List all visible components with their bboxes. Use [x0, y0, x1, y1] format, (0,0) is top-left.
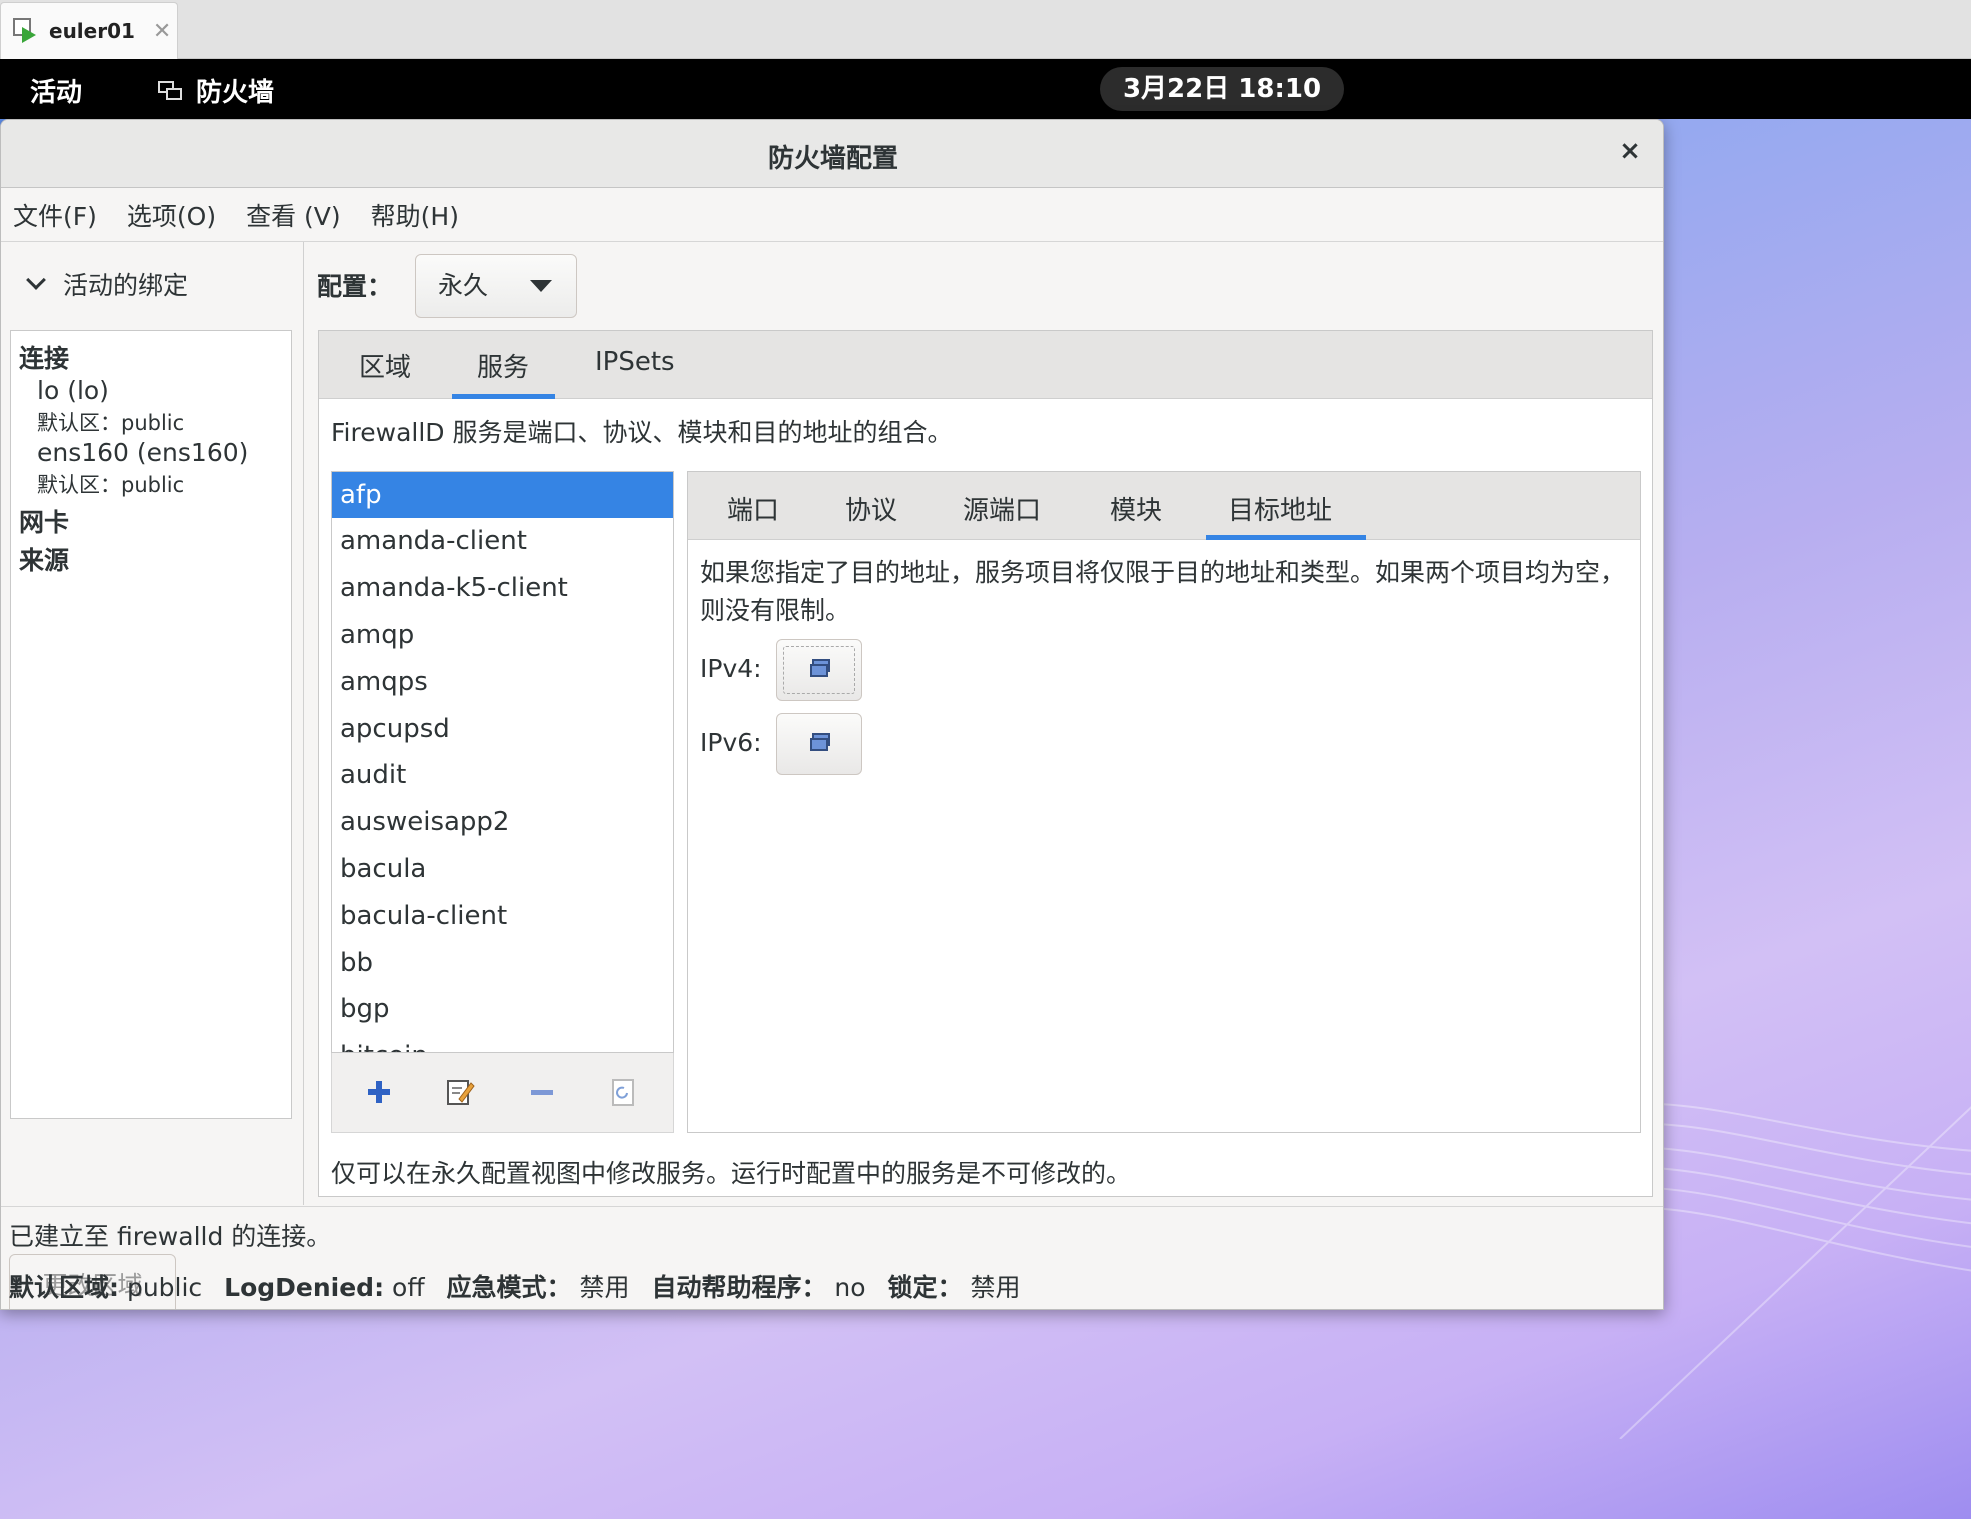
main-tabs: 区域 服务 IPSets [319, 331, 1652, 399]
active-bindings-title: 活动的绑定 [63, 271, 189, 300]
tab-services-indicator [452, 394, 555, 399]
configuration-dropdown[interactable]: 永久 [415, 254, 577, 318]
menu-view[interactable]: 查看 (V) [246, 197, 341, 233]
connection-ens160[interactable]: ens160 (ens160) [37, 438, 248, 467]
bindings-list: 连接 lo (lo) 默认区：public ens160 (ens160) 默认… [10, 330, 292, 1119]
group-nics[interactable]: 网卡 [19, 503, 69, 539]
app-menu-label: 防火墙 [196, 78, 275, 108]
tab-services[interactable]: 服务 [477, 347, 529, 384]
list-item[interactable]: amanda-client [332, 518, 673, 564]
list-item[interactable]: apcupsd [332, 706, 673, 752]
default-zone-label: 默认区域: [9, 1273, 119, 1302]
list-item[interactable]: ausweisapp2 [332, 799, 673, 845]
chevron-down-icon [26, 270, 46, 290]
ipv4-label: IPv4: [700, 654, 762, 683]
window-title: 防火墙配置 [767, 144, 898, 174]
network-icon [810, 659, 834, 679]
menubar: 文件(F) 选项(O) 查看 (V) 帮助(H) [1, 188, 1663, 242]
list-item[interactable]: amqps [332, 659, 673, 705]
service-detail-tabs: 端口 协议 源端口 模块 目标地址 [688, 472, 1640, 540]
ipv4-edit-button[interactable] [776, 639, 862, 701]
tab-ipsets[interactable]: IPSets [595, 347, 675, 377]
menu-file[interactable]: 文件(F) [13, 197, 97, 233]
connection-lo[interactable]: lo (lo) [37, 376, 109, 405]
status-separator [1, 1206, 1663, 1207]
vm-tab-title: euler01 [49, 19, 135, 43]
automatic-helpers-label: 自动帮助程序： [651, 1273, 827, 1302]
ipv6-label: IPv6: [700, 728, 762, 757]
panic-mode-value: 禁用 [579, 1273, 630, 1302]
list-item[interactable]: bacula [332, 846, 673, 892]
tab-ports[interactable]: 端口 [727, 490, 779, 527]
main-notebook: 区域 服务 IPSets FirewallD 服务是端口、协议、模块和目的地址的… [318, 330, 1653, 1197]
lockdown-label: 锁定： [887, 1273, 963, 1302]
vm-tab-euler01[interactable]: euler01 ✕ [0, 2, 178, 59]
list-item[interactable]: afp [332, 472, 673, 518]
list-item[interactable]: amqp [332, 612, 673, 658]
vm-tab-close-icon[interactable]: ✕ [153, 19, 171, 44]
active-bindings-pane: 活动的绑定 连接 lo (lo) 默认区：public ens160 (ens1… [1, 242, 304, 1309]
services-description: FirewallD 服务是端口、协议、模块和目的地址的组合。 [331, 418, 953, 447]
app-menu[interactable]: 防火墙 [156, 72, 274, 109]
network-icon [810, 733, 834, 753]
group-sources[interactable]: 来源 [19, 541, 69, 577]
firewall-config-window: 防火墙配置 × 文件(F) 选项(O) 查看 (V) 帮助(H) 活动的绑定 连… [0, 119, 1664, 1310]
window-titlebar: 防火墙配置 × [1, 120, 1663, 188]
tab-protocols[interactable]: 协议 [845, 490, 897, 527]
destination-description: 如果您指定了目的地址，服务项目将仅限于目的地址和类型。如果两个项目均为空，则没有… [700, 558, 1626, 625]
services-toolbar [331, 1053, 674, 1133]
vm-play-icon [13, 18, 39, 44]
list-item[interactable]: amanda-k5-client [332, 565, 673, 611]
list-item[interactable]: bb [332, 940, 673, 986]
tab-destinations-indicator [1206, 535, 1366, 540]
tab-source-ports[interactable]: 源端口 [963, 490, 1041, 527]
configuration-value: 永久 [438, 271, 489, 300]
status-bar: 默认区域: public LogDenied: off 应急模式： 禁用 自动帮… [9, 1268, 1021, 1304]
panic-mode-label: 应急模式： [446, 1273, 572, 1302]
gnome-top-bar: 活动 防火墙 3月22日 18:10 [0, 59, 1971, 119]
menu-help[interactable]: 帮助(H) [371, 197, 459, 233]
list-item[interactable]: bitcoin [332, 1033, 673, 1052]
automatic-helpers-value: no [834, 1273, 866, 1302]
tab-destinations[interactable]: 目标地址 [1228, 490, 1332, 527]
connection-status: 已建立至 firewalld 的连接。 [9, 1222, 332, 1251]
clock[interactable]: 3月22日 18:10 [1100, 67, 1344, 111]
tab-zones[interactable]: 区域 [359, 347, 411, 384]
lockdown-value: 禁用 [970, 1273, 1021, 1302]
window-close-button[interactable]: × [1615, 136, 1645, 166]
group-connections[interactable]: 连接 [19, 339, 69, 375]
list-item[interactable]: bacula-client [332, 893, 673, 939]
connection-lo-zone: 默认区：public [37, 411, 185, 435]
default-zone-value: public [126, 1273, 203, 1302]
list-item[interactable]: bgp [332, 986, 673, 1032]
logdenied-value: off [392, 1273, 425, 1302]
menu-options[interactable]: 选项(O) [127, 197, 216, 233]
vm-tab-bar: euler01 ✕ [0, 0, 1971, 59]
connection-ens160-zone: 默认区：public [37, 473, 185, 497]
firewall-app-icon [156, 79, 184, 103]
edit-icon[interactable] [445, 1077, 475, 1107]
tab-modules[interactable]: 模块 [1110, 490, 1162, 527]
reload-icon[interactable] [608, 1077, 638, 1107]
ipv6-edit-button[interactable] [776, 713, 862, 775]
activities-button[interactable]: 活动 [30, 72, 82, 109]
list-item[interactable]: audit [332, 752, 673, 798]
logdenied-label: LogDenied: [224, 1273, 385, 1302]
services-readonly-note: 仅可以在永久配置视图中修改服务。运行时配置中的服务是不可修改的。 [331, 1159, 1132, 1188]
configuration-label: 配置： [317, 272, 393, 301]
service-detail-panel: 端口 协议 源端口 模块 目标地址 如果您指定了目的地址，服务项目将仅限于目的地… [687, 471, 1641, 1133]
active-bindings-expander[interactable]: 活动的绑定 [26, 266, 189, 302]
services-list[interactable]: afp amanda-client amanda-k5-client amqp … [331, 471, 674, 1053]
add-icon[interactable] [364, 1077, 394, 1107]
dropdown-arrow-icon [530, 280, 552, 292]
remove-icon[interactable] [527, 1077, 557, 1107]
